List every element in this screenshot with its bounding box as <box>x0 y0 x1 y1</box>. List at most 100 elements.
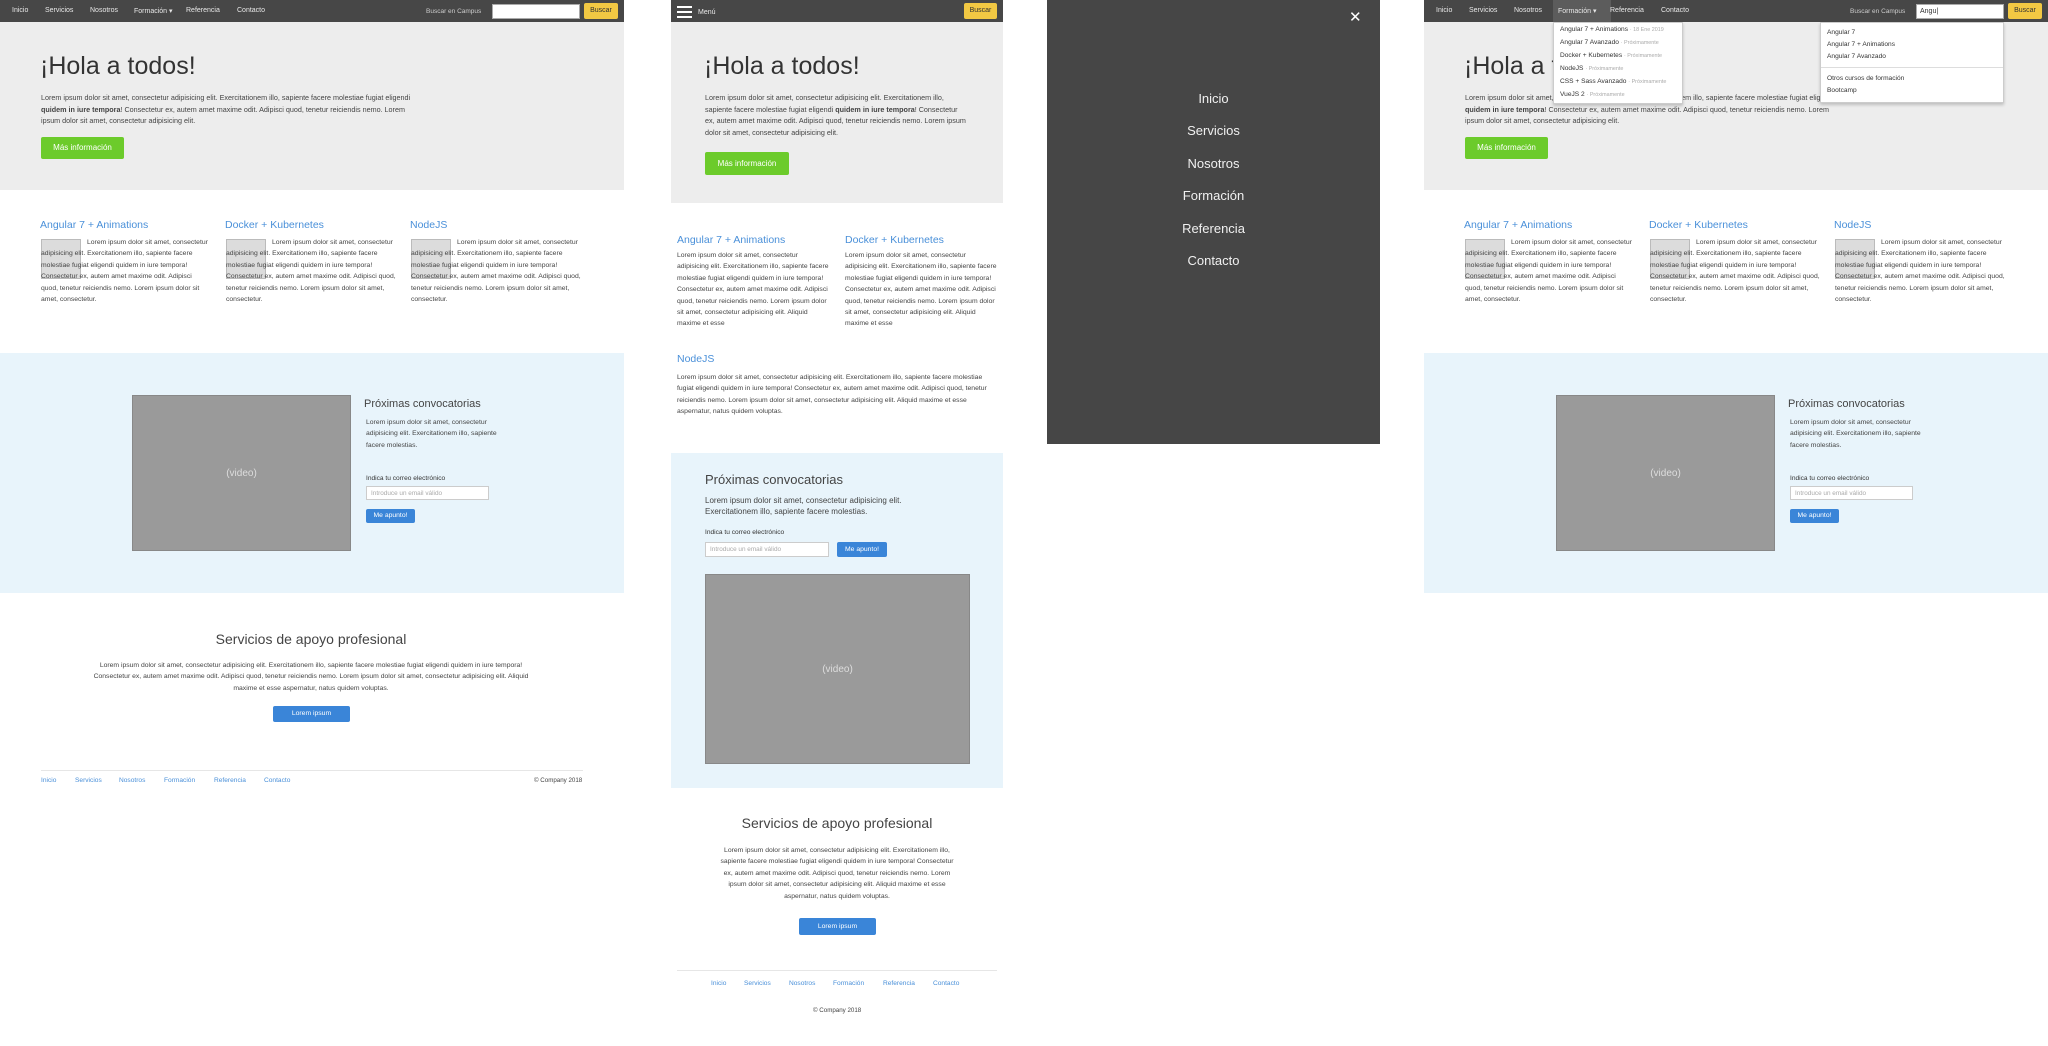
footer-link-formacion[interactable]: Formación <box>164 777 195 784</box>
suggestion-divider <box>1821 67 2003 68</box>
menu-item-contacto[interactable]: Contacto <box>1047 253 1380 268</box>
footer-link-inicio[interactable]: Inicio <box>711 980 726 987</box>
hero-title: ¡Hola a todos! <box>40 52 196 80</box>
menu-item-servicios[interactable]: Servicios <box>1047 123 1380 138</box>
nav-formacion[interactable]: Formación ▾ <box>134 7 173 15</box>
email-input[interactable]: Introduce un email válido <box>705 542 829 557</box>
search-label: Buscar en Campus <box>1850 8 1906 15</box>
course-title[interactable]: Angular 7 + Animations <box>40 219 148 231</box>
dropdown-item[interactable]: Angular 7 + Animations · 18 Ene 2019 <box>1560 26 1664 33</box>
menu-label[interactable]: Menú <box>698 9 716 16</box>
nav-contacto[interactable]: Contacto <box>1661 7 1689 14</box>
course-title[interactable]: Docker + Kubernetes <box>225 219 324 231</box>
menu-item-inicio[interactable]: Inicio <box>1047 91 1380 106</box>
hero-text: Lorem ipsum dolor sit amet, consectetur … <box>705 93 966 137</box>
course-title[interactable]: NodeJS <box>410 219 447 231</box>
course-text: Lorem ipsum dolor sit amet, consectetur … <box>677 374 987 416</box>
footer-link-contacto[interactable]: Contacto <box>264 777 290 784</box>
services-text: Lorem ipsum dolor sit amet, consectetur … <box>93 662 529 692</box>
signup-button[interactable]: Me apunto! <box>1790 509 1839 523</box>
mobile-menu-overlay: ✕ Inicio Servicios Nosotros Formación Re… <box>1047 0 1380 444</box>
video-placeholder[interactable]: (video) <box>132 395 351 551</box>
nav-inicio[interactable]: Inicio <box>1436 7 1452 14</box>
video-placeholder[interactable]: (video) <box>1556 395 1775 551</box>
course-title[interactable]: Docker + Kubernetes <box>1649 219 1748 231</box>
footer-link-nosotros[interactable]: Nosotros <box>789 980 815 987</box>
signup-button[interactable]: Me apunto! <box>837 542 887 557</box>
video-placeholder[interactable]: (video) <box>705 574 970 764</box>
search-button[interactable]: Buscar <box>964 3 997 19</box>
nav-servicios[interactable]: Servicios <box>1469 7 1497 14</box>
hero-text: Lorem ipsum dolor sit amet, consectetur … <box>41 93 411 126</box>
menu-item-formacion[interactable]: Formación <box>1047 188 1380 203</box>
footer-link-servicios[interactable]: Servicios <box>744 980 771 987</box>
nav-referencia[interactable]: Referencia <box>186 7 220 14</box>
suggestion-item[interactable]: Bootcamp <box>1827 87 1857 94</box>
copyright: © Company 2018 <box>813 1007 862 1014</box>
email-label: Indica tu correo electrónico <box>366 475 446 482</box>
course-title[interactable]: NodeJS <box>677 353 714 365</box>
services-button[interactable]: Lorem ipsum <box>799 918 876 935</box>
search-input[interactable]: Angu| <box>1916 4 2004 19</box>
hamburger-icon[interactable] <box>677 6 692 21</box>
suggestion-item[interactable]: Angular 7 + Animations <box>1827 41 1895 48</box>
email-input[interactable]: Introduce un email válido <box>1790 486 1913 500</box>
course-title[interactable]: Docker + Kubernetes <box>845 234 944 246</box>
suggestion-item[interactable]: Otros cursos de formación <box>1827 75 1904 82</box>
nav-contacto[interactable]: Contacto <box>237 7 265 14</box>
hero-section: ¡Hola a todos! Lorem ipsum dolor sit ame… <box>0 22 624 190</box>
menu-item-referencia[interactable]: Referencia <box>1047 221 1380 236</box>
search-button[interactable]: Buscar <box>2008 3 2042 19</box>
course-text: Lorem ipsum dolor sit amet, consectetur … <box>1650 239 1820 304</box>
upcoming-title: Próximas convocatorias <box>364 398 481 410</box>
course-text: Lorem ipsum dolor sit amet, consectetur … <box>1835 239 2005 304</box>
footer-divider <box>41 770 583 771</box>
services-button[interactable]: Lorem ipsum <box>273 706 350 722</box>
signup-button[interactable]: Me apunto! <box>366 509 415 523</box>
nav-formacion[interactable]: Formación ▾ <box>1558 7 1597 15</box>
course-text: Lorem ipsum dolor sit amet, consectetur … <box>411 239 581 304</box>
course-title[interactable]: Angular 7 + Animations <box>1464 219 1572 231</box>
footer-link-referencia[interactable]: Referencia <box>883 980 915 987</box>
email-input[interactable]: Introduce un email válido <box>366 486 489 500</box>
dropdown-item[interactable]: NodeJS · Próximamente <box>1560 65 1623 72</box>
search-suggestions: Angular 7 Angular 7 + Animations Angular… <box>1820 22 2004 103</box>
formacion-dropdown: Angular 7 + Animations · 18 Ene 2019 Ang… <box>1553 22 1683 104</box>
nav-nosotros[interactable]: Nosotros <box>1514 7 1542 14</box>
dropdown-item[interactable]: CSS + Sass Avanzado · Próximamente <box>1560 78 1666 85</box>
more-info-button[interactable]: Más información <box>1465 137 1548 159</box>
course-title[interactable]: NodeJS <box>1834 219 1871 231</box>
dropdown-item[interactable]: Docker + Kubernetes · Próximamente <box>1560 52 1662 59</box>
nav-servicios[interactable]: Servicios <box>45 7 73 14</box>
course-title[interactable]: Angular 7 + Animations <box>677 234 785 246</box>
hero-title: ¡Hola a todos! <box>704 52 860 80</box>
nav-inicio[interactable]: Inicio <box>12 7 28 14</box>
footer-link-referencia[interactable]: Referencia <box>214 777 246 784</box>
search-input[interactable] <box>492 4 580 19</box>
nav-referencia[interactable]: Referencia <box>1610 7 1644 14</box>
footer-link-nosotros[interactable]: Nosotros <box>119 777 145 784</box>
menu-item-nosotros[interactable]: Nosotros <box>1047 156 1380 171</box>
mobile-mockup: Menú Buscar ¡Hola a todos! Lorem ipsum d… <box>671 0 1003 1040</box>
footer-link-formacion[interactable]: Formación <box>833 980 864 987</box>
services-title: Servicios de apoyo profesional <box>215 631 407 647</box>
suggestion-item[interactable]: Angular 7 Avanzado <box>1827 53 1886 60</box>
services-text: Lorem ipsum dolor sit amet, consectetur … <box>720 847 954 900</box>
search-button[interactable]: Buscar <box>584 3 618 19</box>
more-info-button[interactable]: Más información <box>41 137 124 159</box>
upcoming-section: (video) Próximas convocatorias Lorem ips… <box>1424 353 2048 593</box>
footer-link-servicios[interactable]: Servicios <box>75 777 102 784</box>
suggestion-item[interactable]: Angular 7 <box>1827 29 1855 36</box>
nav-nosotros[interactable]: Nosotros <box>90 7 118 14</box>
upcoming-section: Próximas convocatorias Lorem ipsum dolor… <box>671 453 1003 788</box>
footer-link-contacto[interactable]: Contacto <box>933 980 959 987</box>
close-icon[interactable]: ✕ <box>1349 8 1362 26</box>
upcoming-text: Lorem ipsum dolor sit amet, consectetur … <box>366 419 497 449</box>
dropdown-item[interactable]: VueJS 2 · Próximamente <box>1560 91 1625 98</box>
dropdown-item[interactable]: Angular 7 Avanzado · Próximamente <box>1560 39 1659 46</box>
more-info-button[interactable]: Más información <box>705 152 789 175</box>
course-text: Lorem ipsum dolor sit amet, consectetur … <box>226 239 396 304</box>
footer-link-inicio[interactable]: Inicio <box>41 777 56 784</box>
desktop-dropdown-mockup: Inicio Servicios Nosotros Formación ▾ Re… <box>1424 0 2048 600</box>
upcoming-text: Lorem ipsum dolor sit amet, consectetur … <box>1790 419 1921 449</box>
